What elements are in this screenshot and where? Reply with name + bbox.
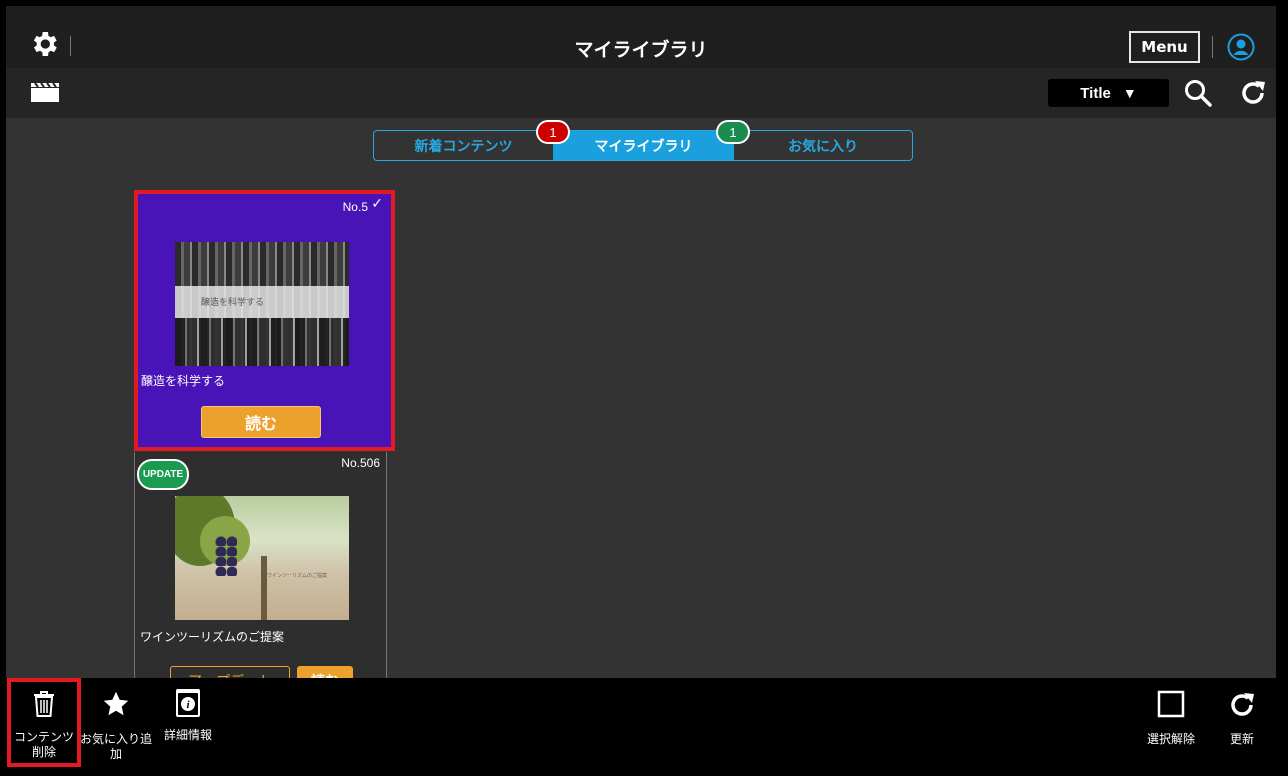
tab-favorites[interactable]: お気に入り xyxy=(734,131,912,160)
add-favorite-button[interactable]: お気に入り追加 xyxy=(80,678,152,762)
clapperboard-icon[interactable] xyxy=(30,82,60,104)
divider xyxy=(1212,36,1213,58)
content-thumbnail[interactable]: ワインツーリズムのご提案 xyxy=(175,496,349,620)
new-contents-count-badge: 1 xyxy=(536,120,570,144)
sort-value: Title xyxy=(1080,84,1111,102)
library-count-badge: 1 xyxy=(716,120,750,144)
vine-trunk xyxy=(261,556,267,620)
star-icon xyxy=(103,691,129,716)
header-bar: マイライブラリ Menu xyxy=(6,6,1276,68)
content-card[interactable]: UPDATE No.506 ワインツーリズムのご提案 ワインツーリズムのご提案 … xyxy=(134,452,387,682)
page-title: マイライブラリ xyxy=(574,39,708,61)
delete-content-button[interactable]: コンテンツ削除 xyxy=(7,678,81,767)
content-number: No.506 xyxy=(341,456,380,470)
thumbnail-title: 醸造を科学する xyxy=(201,298,265,308)
tab-my-library[interactable]: マイライブラリ xyxy=(553,131,734,160)
content-card-selected[interactable]: No.5 ✓ 醸造を科学する 醸造を科学する 読む xyxy=(134,190,395,451)
read-button[interactable]: 読む xyxy=(201,406,321,438)
segment-tabs: 新着コンテンツ マイライブラリ お気に入り 1 1 xyxy=(373,120,913,161)
deselect-label: 選択解除 xyxy=(1146,732,1195,746)
content-title: 醸造を科学する xyxy=(141,374,226,388)
thumbnail-machinery xyxy=(175,318,349,366)
details-label: 詳細情報 xyxy=(163,728,212,742)
tab-new-contents[interactable]: 新着コンテンツ xyxy=(374,131,553,160)
check-icon: ✓ xyxy=(371,196,383,212)
refresh-button[interactable]: 更新 xyxy=(1214,678,1270,747)
favorite-label: お気に入り追加 xyxy=(80,732,153,761)
user-icon[interactable] xyxy=(1227,33,1255,61)
delete-label: コンテンツ削除 xyxy=(13,730,74,759)
app-frame: マイライブラリ Menu Title ▼ 新着コンテンツ マイライブラリ お気に… xyxy=(6,6,1276,776)
grapes-image xyxy=(215,536,237,576)
thumbnail-title-band: 醸造を科学する xyxy=(175,286,349,318)
chevron-down-icon: ▼ xyxy=(1122,85,1137,101)
thumbnail-title: ワインツーリズムのご提案 xyxy=(267,573,328,579)
content-number: No.5 xyxy=(342,200,368,214)
checkbox-icon xyxy=(1157,690,1185,718)
deselect-button[interactable]: 選択解除 xyxy=(1140,678,1202,747)
bottom-action-bar: コンテンツ削除 お気に入り追加 i 詳細情報 選択解除 更新 xyxy=(0,678,1288,776)
search-icon[interactable] xyxy=(1183,78,1213,108)
update-badge: UPDATE xyxy=(137,459,189,490)
refresh-icon[interactable] xyxy=(1238,78,1268,108)
refresh-icon xyxy=(1231,693,1254,716)
content-title: ワインツーリズムのご提案 xyxy=(140,630,285,644)
trash-icon xyxy=(34,691,54,717)
menu-button[interactable]: Menu xyxy=(1129,31,1200,63)
details-button[interactable]: i 詳細情報 xyxy=(157,678,219,743)
refresh-label: 更新 xyxy=(1229,732,1254,746)
sort-dropdown[interactable]: Title ▼ xyxy=(1048,79,1169,107)
content-thumbnail[interactable]: 醸造を科学する xyxy=(175,242,349,366)
toolbar: Title ▼ xyxy=(6,68,1276,118)
info-book-icon: i xyxy=(176,689,200,717)
